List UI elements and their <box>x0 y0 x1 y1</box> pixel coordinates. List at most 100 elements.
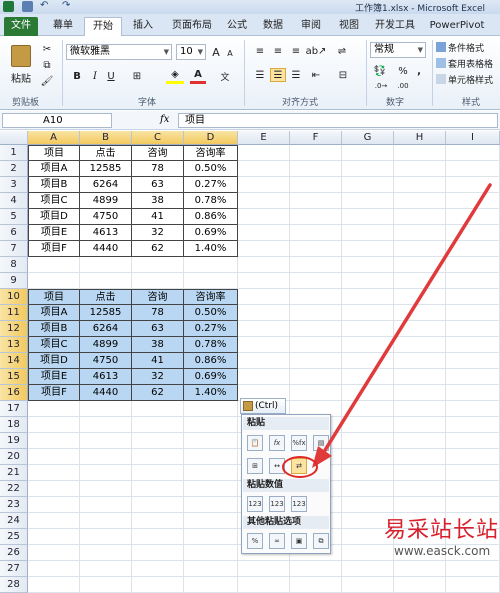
comma-button[interactable]: , <box>414 64 424 78</box>
grid-cell[interactable] <box>446 337 500 353</box>
row-header-6[interactable]: 6 <box>0 225 28 241</box>
grid-cell[interactable] <box>342 273 394 289</box>
align-middle-icon[interactable]: ≡ <box>270 44 286 58</box>
grid-cell[interactable] <box>342 449 394 465</box>
linked-picture-icon[interactable]: ⧉ <box>313 533 329 549</box>
grid-cell[interactable] <box>238 561 290 577</box>
grid-cell[interactable] <box>28 561 80 577</box>
grid-cell[interactable] <box>446 353 500 369</box>
table-cell[interactable]: 12585 <box>80 305 132 321</box>
grid-cell[interactable] <box>290 385 342 401</box>
row-header-18[interactable]: 18 <box>0 417 28 433</box>
formula-input[interactable]: 项目 <box>178 113 498 128</box>
grid-cell[interactable] <box>394 417 446 433</box>
grid-cell[interactable] <box>290 145 342 161</box>
row-header-16[interactable]: 16 <box>0 385 28 401</box>
increase-decimal-icon[interactable]: .0→ <box>372 80 390 92</box>
grid-cell[interactable] <box>184 401 238 417</box>
grid-cell[interactable] <box>80 545 132 561</box>
table-cell[interactable]: 6264 <box>80 321 132 337</box>
grid-cell[interactable] <box>446 401 500 417</box>
table-header-cell[interactable]: 咨询率 <box>184 145 238 161</box>
grid-cell[interactable] <box>290 161 342 177</box>
formulas-icon[interactable]: fx <box>269 435 285 451</box>
grid-cell[interactable] <box>446 417 500 433</box>
column-header-g[interactable]: G <box>342 131 394 145</box>
tab-file[interactable]: 文件 <box>4 17 38 36</box>
row-header-24[interactable]: 24 <box>0 513 28 529</box>
tab-insert[interactable]: 插入 <box>126 17 160 36</box>
tab-formulas[interactable]: 公式 <box>220 17 254 36</box>
save-icon[interactable] <box>22 1 33 12</box>
excel-logo-icon[interactable] <box>3 1 14 12</box>
name-box[interactable]: A10 <box>2 113 112 128</box>
table-cell[interactable]: 4613 <box>80 225 132 241</box>
italic-button[interactable]: I <box>88 68 102 84</box>
table-header-cell[interactable]: 项目 <box>28 145 80 161</box>
grid-cell[interactable] <box>394 433 446 449</box>
table-cell[interactable]: 4750 <box>80 353 132 369</box>
grid-cell[interactable] <box>342 417 394 433</box>
row-header-2[interactable]: 2 <box>0 161 28 177</box>
table-header-cell[interactable]: 咨询 <box>132 145 184 161</box>
font-size-combo[interactable]: 10 ▼ <box>176 44 206 60</box>
row-header-20[interactable]: 20 <box>0 449 28 465</box>
table-header-cell[interactable]: 咨询 <box>132 289 184 305</box>
paste-link-icon[interactable]: ∞ <box>269 533 285 549</box>
grid-cell[interactable] <box>394 241 446 257</box>
table-cell[interactable]: 4750 <box>80 209 132 225</box>
grid-cell[interactable] <box>80 401 132 417</box>
grid-cell[interactable] <box>28 497 80 513</box>
grid-cell[interactable] <box>446 273 500 289</box>
grid-cell[interactable] <box>290 177 342 193</box>
grid-cell[interactable] <box>342 401 394 417</box>
grid-cell[interactable] <box>342 337 394 353</box>
grid-cell[interactable] <box>342 161 394 177</box>
grid-cell[interactable] <box>446 161 500 177</box>
grid-cell[interactable] <box>394 369 446 385</box>
grid-cell[interactable] <box>184 257 238 273</box>
grid-cell[interactable] <box>132 561 184 577</box>
table-cell[interactable]: 6264 <box>80 177 132 193</box>
grid-cell[interactable] <box>394 257 446 273</box>
increase-font-icon[interactable]: A <box>210 44 222 60</box>
grid-cell[interactable] <box>446 209 500 225</box>
table-header-cell[interactable]: 项目 <box>28 289 80 305</box>
table-cell[interactable]: 项目E <box>28 225 80 241</box>
grid-cell[interactable] <box>132 465 184 481</box>
grid-cell[interactable] <box>238 289 290 305</box>
grid-cell[interactable] <box>394 401 446 417</box>
grid-cell[interactable] <box>28 577 80 593</box>
wrap-text-icon[interactable]: ⇌ <box>334 44 350 58</box>
row-header-13[interactable]: 13 <box>0 337 28 353</box>
grid-cell[interactable] <box>132 449 184 465</box>
tab-data[interactable]: 数据 <box>256 17 290 36</box>
table-cell[interactable]: 0.50% <box>184 305 238 321</box>
redo-icon[interactable]: ↷ <box>62 1 73 12</box>
table-header-cell[interactable]: 点击 <box>80 145 132 161</box>
table-cell[interactable]: 38 <box>132 193 184 209</box>
function-icon[interactable]: fx <box>160 114 169 125</box>
grid-cell[interactable] <box>290 337 342 353</box>
grid-cell[interactable] <box>290 561 342 577</box>
grid-cell[interactable] <box>80 449 132 465</box>
borders-icon[interactable]: ⊞ <box>128 68 146 84</box>
row-header-12[interactable]: 12 <box>0 321 28 337</box>
table-cell[interactable]: 4899 <box>80 337 132 353</box>
tab-menu[interactable]: 幕单 <box>46 17 80 36</box>
merge-center-icon[interactable]: ⊟ <box>334 68 352 82</box>
decrease-font-icon[interactable]: A <box>224 46 236 60</box>
grid-cell[interactable] <box>290 241 342 257</box>
grid-cell[interactable] <box>132 257 184 273</box>
grid-cell[interactable] <box>342 145 394 161</box>
table-cell[interactable]: 项目A <box>28 305 80 321</box>
grid-cell[interactable] <box>394 273 446 289</box>
grid-cell[interactable] <box>80 465 132 481</box>
grid-cell[interactable] <box>184 449 238 465</box>
transpose-icon[interactable]: ⇄ <box>291 458 307 474</box>
table-cell[interactable]: 项目B <box>28 321 80 337</box>
grid-cell[interactable] <box>394 321 446 337</box>
row-header-19[interactable]: 19 <box>0 433 28 449</box>
grid-cell[interactable] <box>446 369 500 385</box>
keep-column-widths-icon[interactable]: ↔ <box>269 458 285 474</box>
